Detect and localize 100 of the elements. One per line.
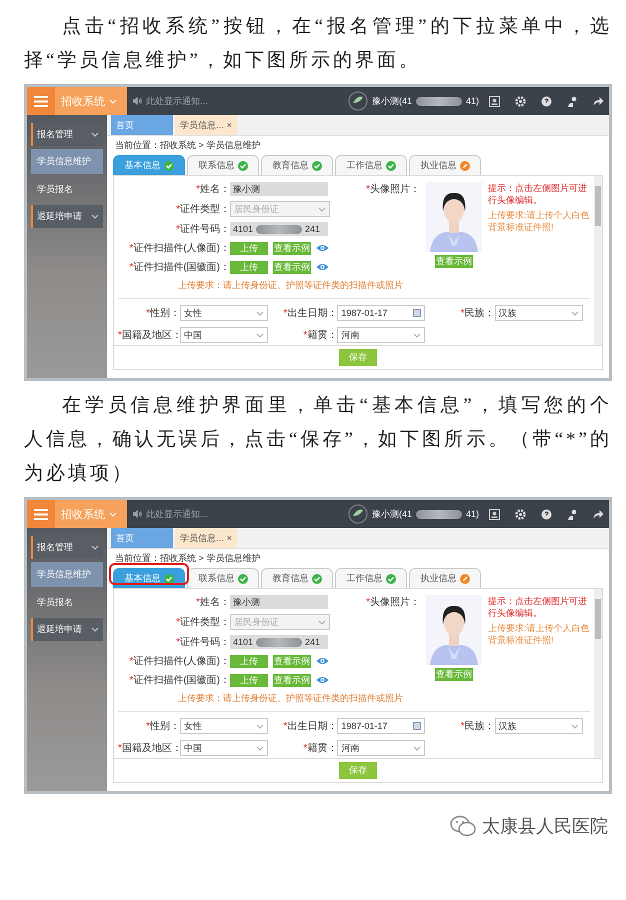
field-value: 1987-01-17 — [341, 721, 388, 731]
menu-button[interactable] — [27, 500, 55, 528]
id-card-icon — [488, 96, 500, 106]
form-tab[interactable]: 联系信息 — [187, 568, 259, 588]
sidebar-group[interactable]: 退延培申请 — [31, 205, 103, 228]
required-mark: * — [118, 330, 122, 341]
user-name[interactable]: 41) — [466, 96, 479, 106]
caret-icon — [91, 545, 99, 550]
id-number-field[interactable]: 4101 241 — [230, 222, 328, 236]
menu-icon — [34, 508, 48, 520]
avatar-icon[interactable] — [348, 504, 368, 524]
form-tab[interactable]: 联系信息 — [187, 155, 259, 175]
eye-icon[interactable] — [316, 657, 329, 665]
settings-icon — [514, 508, 526, 520]
page-tab[interactable]: 学员信息... × — [175, 528, 237, 548]
id-number-field[interactable]: 4101 241 — [230, 635, 328, 649]
sidebar-item[interactable]: 学员报名 — [31, 590, 103, 615]
upload-note: 上传要求：请上传身份证、护照等证件类的扫描件或照片 — [177, 692, 404, 705]
caret-icon — [256, 332, 264, 338]
caret-icon — [256, 746, 264, 750]
required-mark: * — [176, 617, 180, 628]
eye-icon[interactable] — [316, 244, 329, 252]
required-mark: * — [176, 204, 180, 215]
redaction-blur — [416, 510, 462, 518]
user-name[interactable]: 41) — [466, 509, 479, 519]
field-label: 籍贯： — [307, 330, 338, 341]
photo-requirement: 上传要求:请上传个人白色背景标准证件照! — [488, 209, 590, 233]
form-tab[interactable]: 执业信息 — [409, 155, 481, 175]
field-label: 证件号码： — [180, 637, 230, 648]
required-mark: * — [146, 308, 150, 319]
field-label: 出生日期： — [287, 721, 338, 732]
form-tab[interactable]: 教育信息 — [261, 155, 333, 175]
help-icon — [540, 96, 552, 106]
form-tab[interactable]: 教育信息 — [261, 568, 333, 588]
instruction-paragraph: 在学员信息维护界面里，单击“基本信息”，填写您的个人信息，确认无误后，点击“保存”，如下图所示。（带“*”的为必填项） — [24, 394, 612, 486]
sidebar-group[interactable]: 退延培申请 — [31, 618, 103, 641]
photo-hint: 提示：点击左侧图片可进行头像编辑。 — [488, 182, 588, 206]
field-value: 4101 — [233, 637, 254, 647]
eye-icon[interactable] — [316, 263, 329, 271]
dropdown[interactable]: 汉族 — [494, 718, 583, 734]
form-tab[interactable]: 执业信息 — [409, 568, 481, 588]
dropdown-value: 中国 — [184, 742, 202, 754]
upload-note: 上传要求：请上传身份证、护照等证件类的扫描件或照片 — [177, 279, 404, 292]
dropdown[interactable]: 女性 — [180, 305, 268, 321]
name-field[interactable]: 豫小测 — [230, 595, 328, 609]
caret-icon — [413, 332, 422, 338]
share-arrow-icon — [592, 509, 604, 519]
help-icon — [540, 508, 552, 520]
field-label: 性别： — [150, 308, 180, 319]
required-mark: * — [283, 308, 288, 319]
field-label: 性别： — [150, 721, 180, 732]
required-mark: * — [460, 308, 465, 319]
calendar-icon[interactable] — [413, 309, 422, 317]
field-label: 姓名： — [200, 597, 230, 608]
dropdown[interactable]: 汉族 — [494, 305, 583, 321]
dropdown-value: 汉族 — [498, 720, 517, 732]
dropdown-value: 女性 — [184, 720, 202, 732]
user-name[interactable]: 豫小测(41 — [372, 508, 412, 520]
close-icon[interactable]: × — [226, 533, 232, 543]
menu-button[interactable] — [27, 87, 55, 115]
date-field[interactable]: 1987-01-17 — [337, 718, 426, 734]
user-name[interactable]: 豫小测(41 — [372, 94, 412, 108]
field-label: 头像照片： — [370, 597, 420, 608]
scrollbar[interactable] — [594, 589, 602, 758]
caret-icon — [570, 724, 579, 728]
caret-icon — [318, 620, 326, 624]
eye-icon[interactable] — [316, 676, 329, 684]
scrollbar[interactable] — [594, 176, 602, 345]
instruction-paragraph: 点击“招收系统”按钮，在“报名管理”的下拉菜单中，选择“学员信息维护”，如下图所示的界面。 — [24, 15, 612, 73]
field-value: 4101 — [233, 224, 254, 234]
dropdown[interactable]: 中国 — [180, 327, 268, 343]
field-label: 国籍及地区： — [122, 743, 182, 754]
dropdown[interactable]: 女性 — [180, 718, 268, 734]
field-label: 民族： — [464, 721, 495, 732]
dropdown[interactable]: 河南 — [337, 740, 426, 756]
sidebar-item[interactable]: 学员报名 — [31, 177, 103, 202]
required-mark: * — [129, 262, 134, 273]
required-mark: * — [303, 330, 308, 341]
dropdown[interactable]: 河南 — [337, 327, 426, 343]
name-field[interactable]: 豫小测 — [230, 182, 328, 196]
menu-icon — [34, 96, 48, 106]
required-mark: * — [366, 184, 370, 195]
redaction-blur — [256, 638, 302, 646]
close-icon[interactable]: × — [226, 120, 232, 130]
form-tab[interactable]: 工作信息 — [335, 155, 407, 175]
date-field[interactable]: 1987-01-17 — [337, 305, 426, 321]
required-mark: * — [366, 597, 370, 608]
required-mark: * — [118, 743, 122, 754]
avatar-icon[interactable] — [348, 91, 368, 111]
form-tab[interactable]: 工作信息 — [335, 568, 407, 588]
sidebar-group[interactable]: 报名管理 — [31, 123, 103, 146]
calendar-icon[interactable] — [413, 722, 422, 730]
sidebar-group[interactable]: 报名管理 — [31, 536, 103, 559]
page-tab[interactable]: 学员信息... × — [175, 115, 237, 135]
dropdown-value: 女性 — [184, 306, 202, 320]
dropdown[interactable]: 中国 — [180, 740, 268, 756]
required-mark: * — [460, 721, 465, 732]
redaction-blur — [256, 224, 302, 234]
field-label: 姓名： — [200, 184, 230, 195]
required-mark: * — [176, 637, 180, 648]
